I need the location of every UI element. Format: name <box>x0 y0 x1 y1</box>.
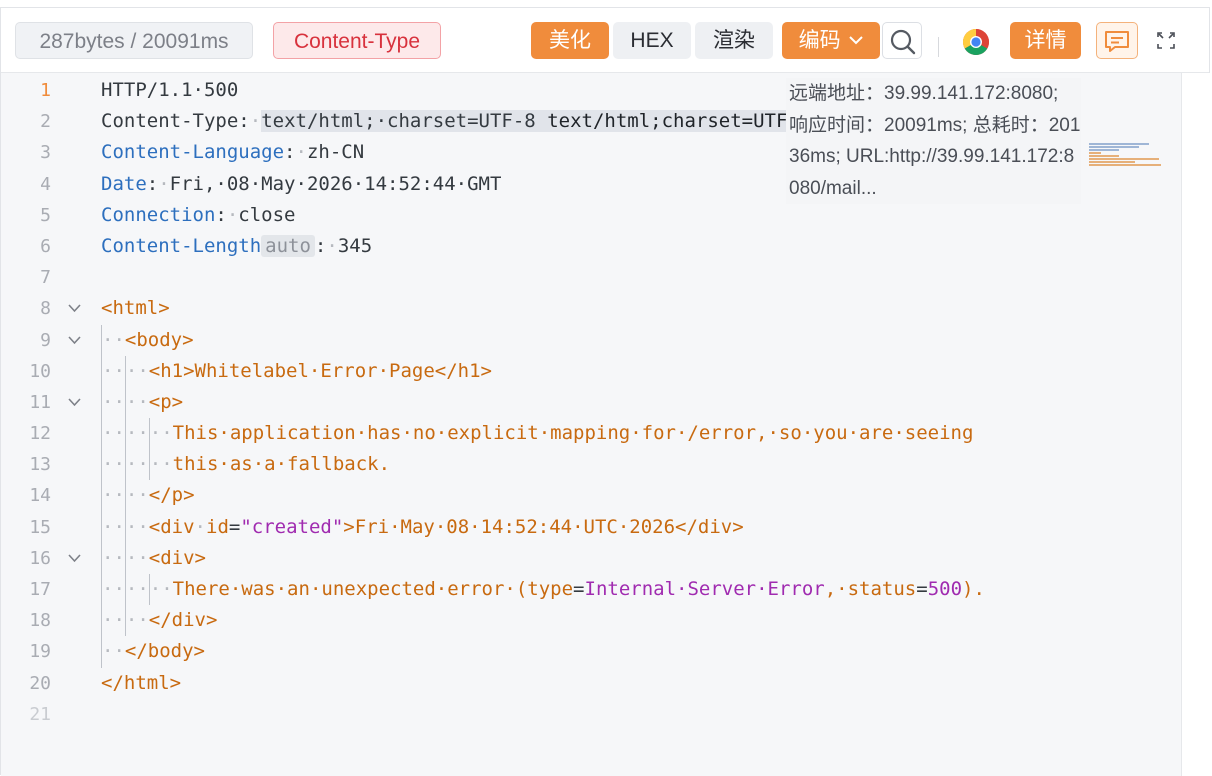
line-number: 10 <box>29 360 51 382</box>
line-number: 20 <box>29 672 51 694</box>
code-line: ····<p> <box>101 386 985 419</box>
expand-icon <box>1157 32 1175 49</box>
fold-chevron-icon[interactable] <box>67 395 82 410</box>
code-line: Content-Length auto:·345 <box>101 234 373 257</box>
line-number: 9 <box>1 325 93 356</box>
line-number: 14 <box>29 485 51 507</box>
vertical-scrollbar[interactable] <box>1181 73 1212 776</box>
line-number: 13 <box>29 454 51 476</box>
code-line: Connection:·close <box>101 203 296 226</box>
line-number: 5 <box>40 204 51 226</box>
toolbar-divider <box>938 37 939 57</box>
line-number: 2 <box>40 111 51 133</box>
line-number: 19 <box>29 641 51 663</box>
content-type-value: text/html;·charset=UTF-8 <box>261 110 536 133</box>
open-in-browser-button[interactable] <box>956 22 996 59</box>
content-type-tag[interactable]: Content-Type <box>273 22 441 59</box>
encode-dropdown-button[interactable]: 编码 <box>782 22 880 59</box>
toolbar: 287bytes / 20091ms Content-Type 美化 HEX 渲… <box>1 8 1209 73</box>
code-line: ····<div·id="created">Fri·May·08·14:52:4… <box>101 511 985 543</box>
code-line: ······There·was·an·unexpected·error·(typ… <box>101 574 985 606</box>
code-line: ··<body> <box>101 324 985 356</box>
chrome-icon <box>962 29 990 56</box>
detail-button[interactable]: 详情 <box>1010 22 1081 59</box>
minimap[interactable] <box>1089 143 1169 183</box>
line-number: 18 <box>29 610 51 632</box>
fullscreen-button[interactable] <box>1151 22 1181 59</box>
line-number: 12 <box>29 423 51 445</box>
line-number: 15 <box>29 516 51 538</box>
encode-label: 编码 <box>798 29 841 52</box>
line-number: 3 <box>40 142 51 164</box>
code-line: ····</div> <box>101 605 985 637</box>
comment-button[interactable] <box>1096 22 1138 59</box>
code-line: <html> <box>101 297 170 320</box>
line-number-gutter: 1 2 3 4 5 6 7 8 9 10 11 12 13 14 15 16 1… <box>1 75 93 730</box>
line-number: 1 <box>40 80 51 101</box>
line-number: 4 <box>40 173 51 195</box>
fold-chevron-icon[interactable] <box>67 301 82 316</box>
fold-chevron-icon[interactable] <box>67 551 82 566</box>
code-line: ······this·as·a·fallback. <box>101 449 985 481</box>
line-number: 6 <box>40 235 51 257</box>
search-icon <box>890 29 916 55</box>
code-line: ······This·application·has·no·explicit·m… <box>101 418 985 450</box>
hex-button[interactable]: HEX <box>613 22 691 59</box>
line-number: 7 <box>40 267 51 289</box>
code-line: ····</p> <box>101 480 985 512</box>
comment-icon <box>1105 31 1129 52</box>
beautify-button[interactable]: 美化 <box>531 22 609 59</box>
response-info-overlay: 远端地址：39.99.141.172:8080; 响应时间：20091ms; 总… <box>786 78 1081 204</box>
inline-hint: text/html;charset=UTF-8 <box>547 110 811 133</box>
line-number: 17 <box>29 579 51 600</box>
fold-chevron-icon[interactable] <box>67 333 82 348</box>
chevron-down-icon <box>849 36 864 45</box>
line-number: 21 <box>29 703 51 725</box>
code-line: ··</body> <box>101 636 985 668</box>
code-line: ····<h1>Whitelabel·Error·Page</h1> <box>101 355 985 387</box>
line-number: 16 <box>1 543 93 574</box>
code-line: ····<div> <box>101 542 985 574</box>
response-viewer: 287bytes / 20091ms Content-Type 美化 HEX 渲… <box>0 7 1212 776</box>
auto-badge: auto <box>261 234 315 257</box>
size-time-badge: 287bytes / 20091ms <box>15 22 253 59</box>
render-button[interactable]: 渲染 <box>695 22 773 59</box>
line-number: 8 <box>1 293 93 324</box>
code-line: </html> <box>101 671 182 694</box>
search-button[interactable] <box>882 22 922 59</box>
line-number: 11 <box>1 387 93 418</box>
